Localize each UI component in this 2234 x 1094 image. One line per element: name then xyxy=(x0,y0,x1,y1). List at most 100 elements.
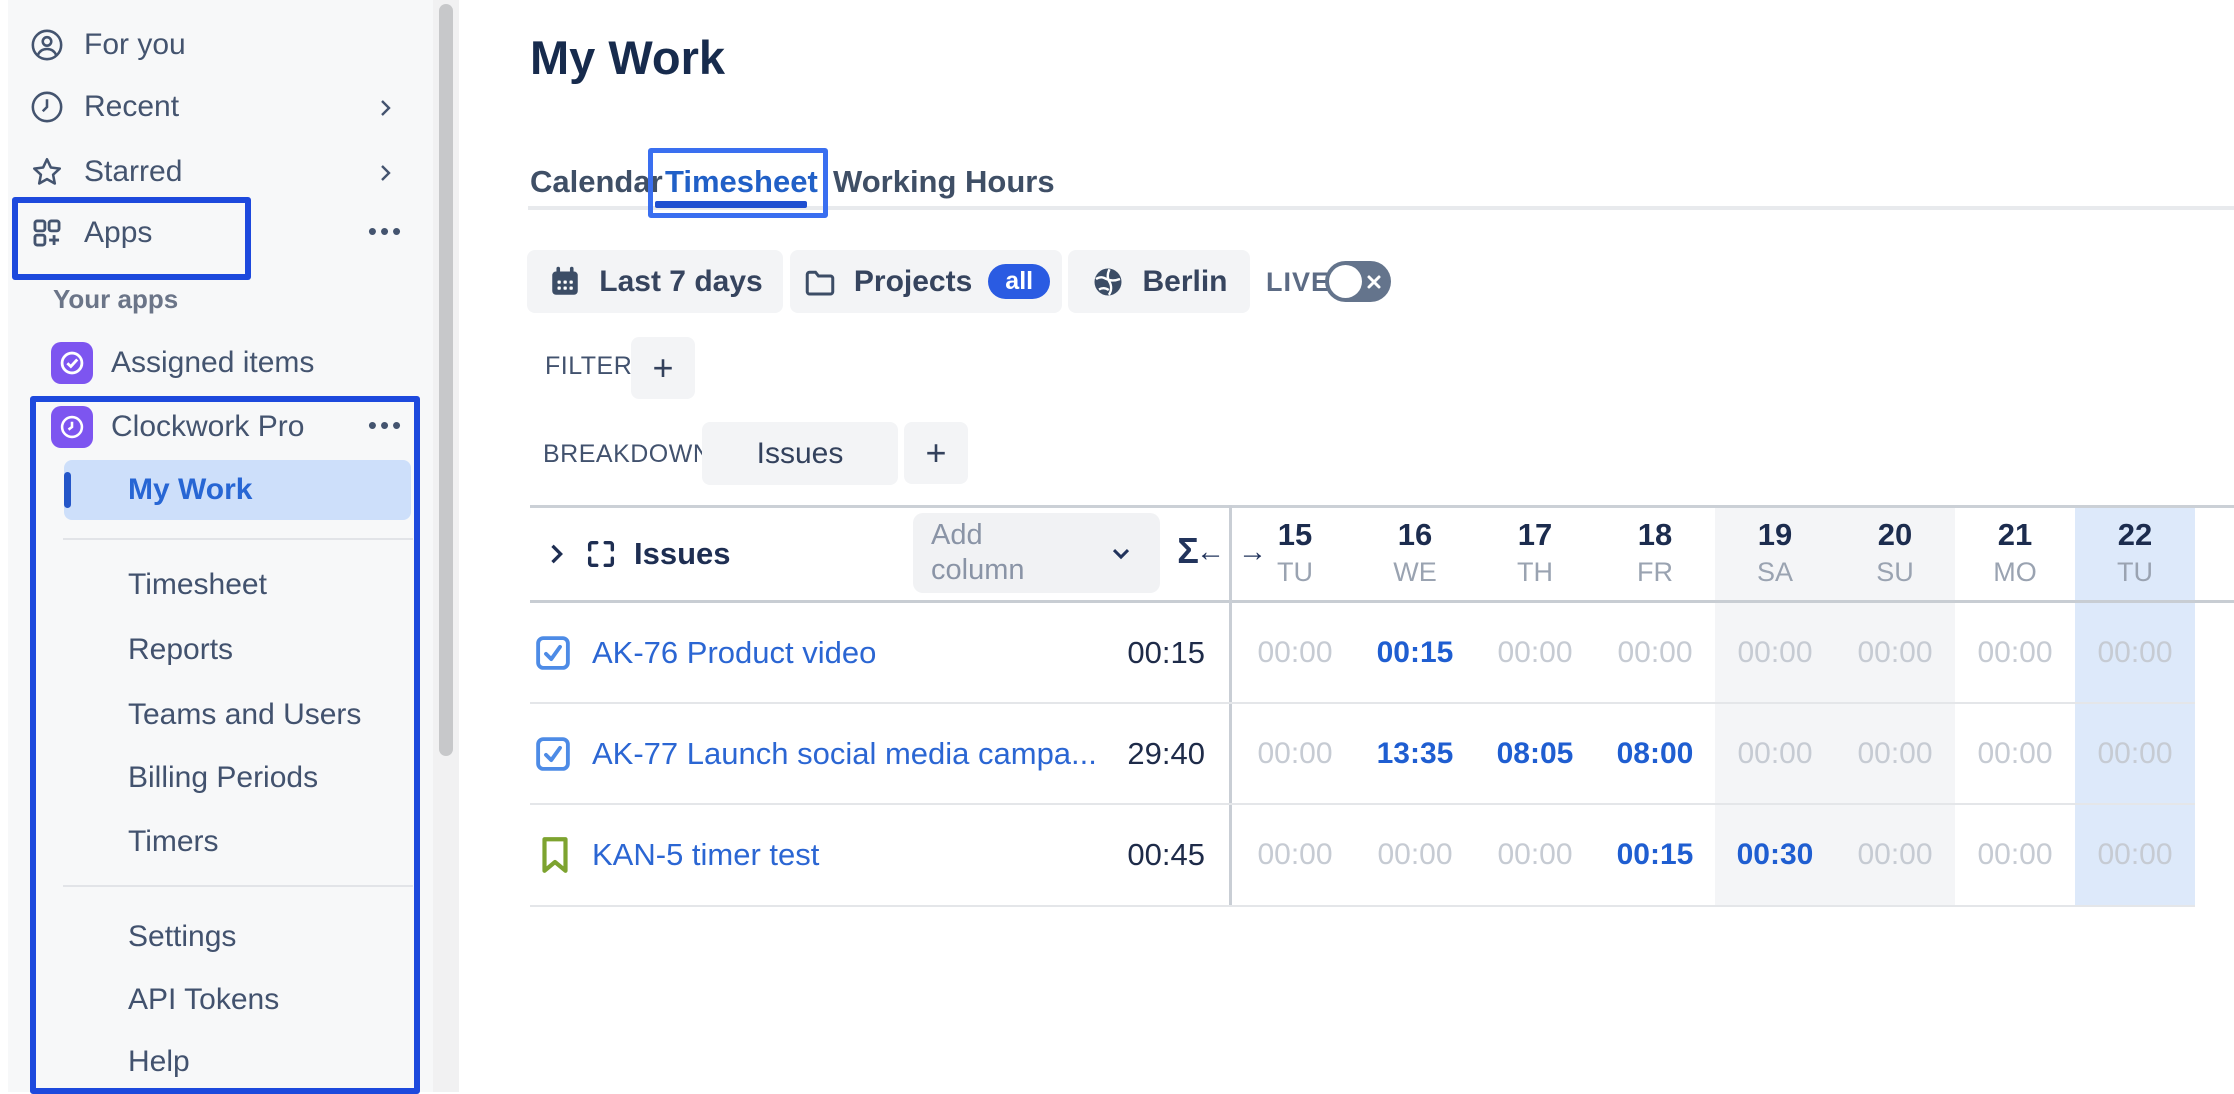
tab-timesheet[interactable]: Timesheet xyxy=(665,160,818,204)
sidebar-item-label: Recent xyxy=(84,90,179,124)
time-cell[interactable]: 00:15 xyxy=(1595,805,1715,904)
sidebar-item-reports[interactable]: Reports xyxy=(128,622,233,678)
star-icon xyxy=(30,155,64,189)
projects-filter-button[interactable]: Projects all xyxy=(790,250,1062,313)
sidebar-item-starred[interactable]: Starred xyxy=(30,144,182,200)
location-filter-button[interactable]: Berlin xyxy=(1068,250,1250,313)
live-toggle[interactable] xyxy=(1325,261,1391,302)
sidebar: For you Recent Starred xyxy=(8,0,433,1092)
sidebar-item-recent[interactable]: Recent xyxy=(30,79,179,135)
your-apps-section-label: Your apps xyxy=(53,284,178,315)
time-cell[interactable]: 00:00 xyxy=(1955,805,2075,904)
filter-label: FILTER xyxy=(545,352,632,381)
time-cell[interactable]: 00:00 xyxy=(2075,603,2195,702)
time-cell[interactable]: 00:00 xyxy=(1955,603,2075,702)
issue-link[interactable]: AK-76 Product video xyxy=(592,603,876,702)
sidebar-item-clockwork-pro[interactable]: Clockwork Pro xyxy=(51,399,304,455)
day-abbrev: TU xyxy=(1235,557,1355,588)
sidebar-item-label: My Work xyxy=(128,462,252,518)
date-range-label: Last 7 days xyxy=(599,265,762,299)
time-cell[interactable]: 13:35 xyxy=(1355,704,1475,803)
tab-calendar[interactable]: Calendar xyxy=(530,160,663,204)
day-number: 15 xyxy=(1235,517,1355,553)
assigned-items-app-icon xyxy=(51,342,93,384)
sidebar-divider xyxy=(63,885,413,887)
time-cell[interactable]: 00:00 xyxy=(1355,805,1475,904)
day-abbrev: SU xyxy=(1835,557,1955,588)
calendar-icon xyxy=(547,264,583,300)
breakdown-issues-button[interactable]: Issues xyxy=(702,422,898,485)
sidebar-item-help[interactable]: Help xyxy=(128,1034,190,1090)
date-range-button[interactable]: Last 7 days xyxy=(527,250,783,313)
time-cell[interactable]: 08:00 xyxy=(1595,704,1715,803)
sidebar-item-label: Starred xyxy=(84,155,182,189)
time-cell[interactable]: 00:00 xyxy=(1835,704,1955,803)
time-cell[interactable]: 00:30 xyxy=(1715,805,1835,904)
chevron-right-icon[interactable] xyxy=(373,96,397,120)
sidebar-item-teams-and-users[interactable]: Teams and Users xyxy=(128,687,361,743)
time-cell[interactable]: 00:00 xyxy=(1835,805,1955,904)
clockwork-more-button[interactable]: ••• xyxy=(363,410,409,441)
add-filter-button[interactable]: + xyxy=(631,337,695,399)
sidebar-item-assigned-items[interactable]: Assigned items xyxy=(51,335,314,391)
time-cell[interactable]: 00:00 xyxy=(1475,603,1595,702)
day-header: 15 TU xyxy=(1235,507,1355,600)
table-row: AK-77 Launch social media campa... 29:40… xyxy=(530,704,2195,803)
day-number: 19 xyxy=(1715,517,1835,553)
sidebar-item-for-you[interactable]: For you xyxy=(30,17,186,73)
tab-working-hours[interactable]: Working Hours xyxy=(833,160,1055,204)
time-cell[interactable]: 00:00 xyxy=(2075,805,2195,904)
time-cell[interactable]: 00:00 xyxy=(1235,805,1355,904)
time-cell[interactable]: 00:00 xyxy=(1235,704,1355,803)
chevron-down-icon xyxy=(1107,539,1135,567)
time-cell[interactable]: 00:00 xyxy=(1955,704,2075,803)
apps-grid-icon xyxy=(30,216,64,250)
active-page-indicator xyxy=(64,472,71,508)
day-header: 18 FR xyxy=(1595,507,1715,600)
sidebar-item-timesheet[interactable]: Timesheet xyxy=(128,557,267,613)
day-header-today: 22 TU xyxy=(2075,507,2195,600)
sidebar-item-api-tokens[interactable]: API Tokens xyxy=(128,972,279,1028)
time-cell[interactable]: 00:00 xyxy=(2075,704,2195,803)
story-type-icon xyxy=(536,805,574,904)
time-cell[interactable]: 08:05 xyxy=(1475,704,1595,803)
time-cell[interactable]: 00:15 xyxy=(1355,603,1475,702)
day-abbrev: MO xyxy=(1955,557,2075,588)
day-number: 21 xyxy=(1955,517,2075,553)
apps-more-button[interactable]: ••• xyxy=(363,216,409,247)
expand-icon[interactable] xyxy=(584,537,618,571)
collapse-chevron-icon[interactable] xyxy=(542,540,570,568)
sidebar-scrollbar-thumb[interactable] xyxy=(439,4,453,756)
add-column-dropdown[interactable]: Add column xyxy=(913,513,1160,593)
breakdown-label: BREAKDOWN xyxy=(543,440,711,469)
time-cell[interactable]: 00:00 xyxy=(1835,603,1955,702)
sidebar-item-label: Apps xyxy=(84,216,152,250)
sidebar-item-label: Assigned items xyxy=(111,346,314,380)
add-breakdown-button[interactable]: + xyxy=(904,422,968,484)
day-abbrev: SA xyxy=(1715,557,1835,588)
location-label: Berlin xyxy=(1142,265,1227,299)
sidebar-item-apps[interactable]: Apps xyxy=(30,205,152,261)
time-cell[interactable]: 00:00 xyxy=(1595,603,1715,702)
time-cell[interactable]: 00:00 xyxy=(1235,603,1355,702)
toggle-x-icon xyxy=(1365,273,1383,291)
day-abbrev: FR xyxy=(1595,557,1715,588)
add-column-placeholder: Add column xyxy=(931,518,1081,588)
time-cell[interactable]: 00:00 xyxy=(1715,603,1835,702)
globe-icon xyxy=(1090,264,1126,300)
day-number: 20 xyxy=(1835,517,1955,553)
time-cell[interactable]: 00:00 xyxy=(1715,704,1835,803)
day-header: 17 TH xyxy=(1475,507,1595,600)
chevron-right-icon[interactable] xyxy=(373,161,397,185)
sidebar-item-billing-periods[interactable]: Billing Periods xyxy=(128,750,318,806)
sidebar-item-timers[interactable]: Timers xyxy=(128,814,219,870)
table-row: AK-76 Product video 00:15 00:00 00:15 00… xyxy=(530,603,2195,702)
clock-icon xyxy=(30,90,64,124)
active-tab-indicator xyxy=(655,201,807,208)
time-cell[interactable]: 00:00 xyxy=(1475,805,1595,904)
issues-column-title: Issues xyxy=(634,536,731,572)
sidebar-item-settings[interactable]: Settings xyxy=(128,909,236,965)
row-total: 00:15 xyxy=(1005,603,1205,702)
issue-link[interactable]: KAN-5 timer test xyxy=(592,805,819,904)
column-resize-left-arrow[interactable]: ← xyxy=(1196,536,1225,569)
